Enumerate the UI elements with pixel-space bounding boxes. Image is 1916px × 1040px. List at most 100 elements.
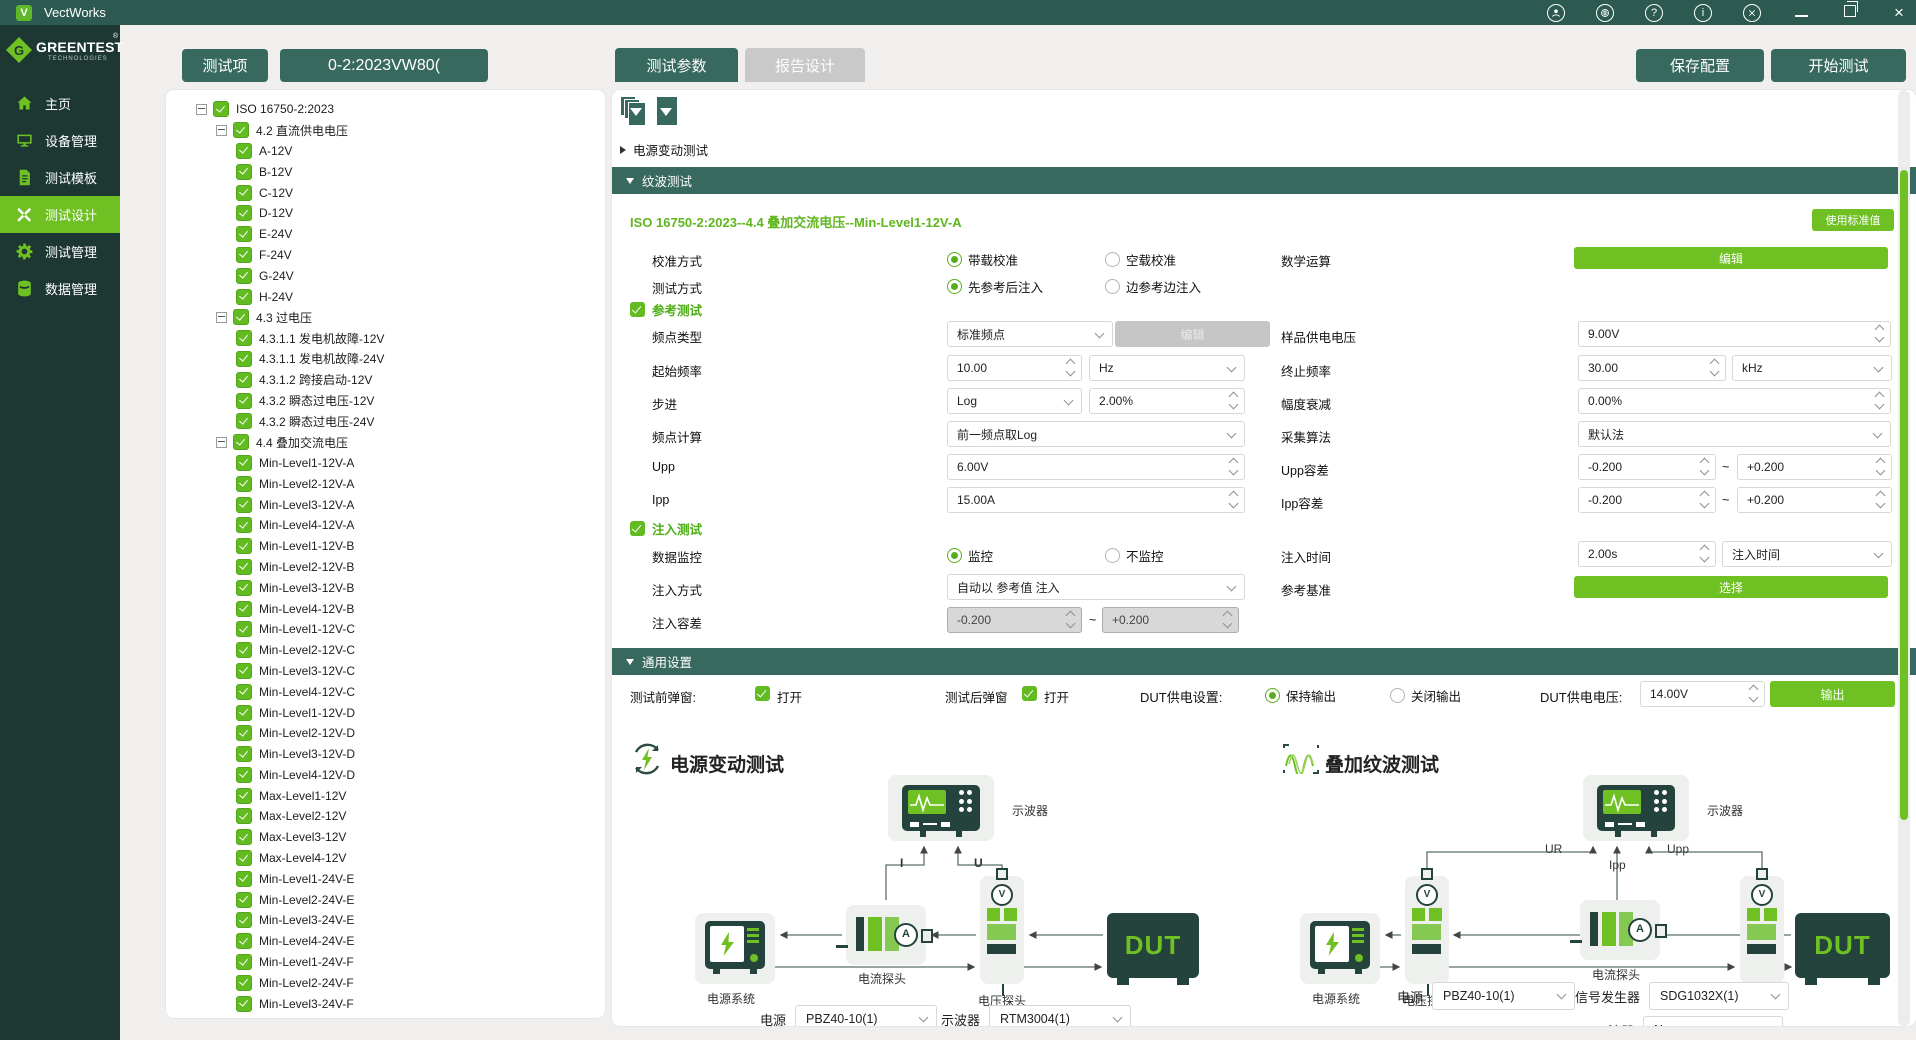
test-name-button[interactable]: 0-2:2023VW80( (280, 49, 488, 82)
power-select[interactable]: PBZ40-10(1) (795, 1005, 937, 1026)
tree-checkbox[interactable] (236, 247, 252, 263)
signal-gen-select[interactable]: SDG1032X(1) (1649, 982, 1789, 1010)
tree-checkbox[interactable] (236, 725, 252, 741)
start-freq-input[interactable]: 10.00 (947, 355, 1082, 381)
sample-voltage-input[interactable]: 9.00V (1578, 321, 1891, 347)
tree-item[interactable]: 4.4 叠加交流电压 (166, 432, 605, 453)
tree-item[interactable]: Min-Level4-24V-E (166, 931, 605, 952)
inject-mode-select[interactable]: 自动以 参考值 注入 (947, 574, 1245, 600)
general-section-header[interactable]: 通用设置 (612, 648, 1916, 675)
math-edit-button[interactable]: 编辑 (1574, 247, 1888, 269)
tree-item[interactable]: Min-Level1-12V-D (166, 702, 605, 723)
tree-checkbox[interactable] (236, 912, 252, 928)
ripple-section-header[interactable]: 纹波测试 (612, 167, 1916, 194)
tree-item[interactable]: Min-Level4-12V-A (166, 515, 605, 536)
step-mode-select[interactable]: Log (947, 388, 1082, 414)
tree-checkbox[interactable] (236, 185, 252, 201)
tree-item[interactable]: 4.2 直流供电电压 (166, 120, 605, 141)
tree-item[interactable]: Min-Level3-24V-E (166, 910, 605, 931)
end-freq-unit-select[interactable]: kHz (1732, 355, 1892, 381)
tree-checkbox[interactable] (236, 871, 252, 887)
upp-tol-min-input[interactable]: -0.200 (1578, 454, 1716, 480)
tree-expander-icon[interactable] (196, 104, 207, 115)
tree-checkbox[interactable] (236, 642, 252, 658)
tree-checkbox[interactable] (236, 164, 252, 180)
tree-checkbox[interactable] (236, 788, 252, 804)
tree-item[interactable]: 4.3.1.1 发电机故障-12V (166, 328, 605, 349)
freq-edit-button[interactable]: 编辑 (1115, 321, 1270, 347)
monitor-on-radio[interactable]: 监控 (947, 546, 993, 565)
tree-checkbox[interactable] (236, 705, 252, 721)
tree-item[interactable]: E-24V (166, 224, 605, 245)
inject-time-input[interactable]: 2.00s (1578, 541, 1716, 567)
tree-item[interactable]: Max-Level3-12V (166, 827, 605, 848)
freq-type-select[interactable]: 标准频点 (947, 321, 1113, 347)
tree-item[interactable]: Min-Level3-24V-F (166, 993, 605, 1014)
tree-checkbox[interactable] (236, 372, 252, 388)
tree-item[interactable]: Max-Level4-12V (166, 848, 605, 869)
tree-item[interactable]: Min-Level2-12V-C (166, 640, 605, 661)
tree-checkbox[interactable] (236, 767, 252, 783)
tree-item[interactable]: H-24V (166, 286, 605, 307)
dut-voltage-input[interactable]: 14.00V (1640, 681, 1765, 707)
tree-checkbox[interactable] (236, 393, 252, 409)
cal-loaded-radio[interactable]: 带载校准 (947, 250, 1018, 269)
tree-checkbox[interactable] (233, 309, 249, 325)
tree-checkbox[interactable] (236, 684, 252, 700)
injection-test-checkbox[interactable]: 注入测试 (630, 519, 702, 538)
info-icon[interactable]: i (1694, 4, 1712, 22)
ipp-input[interactable]: 15.00A (947, 487, 1245, 513)
tree-checkbox[interactable] (236, 517, 252, 533)
tree-checkbox[interactable] (236, 621, 252, 637)
scope-select[interactable]: None (1643, 1016, 1783, 1026)
tree-item[interactable]: Min-Level3-12V-D (166, 744, 605, 765)
sidebar-item[interactable]: 主页 (0, 85, 120, 122)
sidebar-item[interactable]: 测试管理 (0, 233, 120, 270)
tree-checkbox[interactable] (236, 351, 252, 367)
tree-item[interactable]: Min-Level3-12V-A (166, 494, 605, 515)
tree-item[interactable]: F-24V (166, 245, 605, 266)
tree-checkbox[interactable] (236, 996, 252, 1012)
close-icon[interactable]: × (1890, 3, 1908, 23)
start-freq-unit-select[interactable]: Hz (1089, 355, 1245, 381)
tree-checkbox[interactable] (236, 808, 252, 824)
tree-checkbox[interactable] (233, 434, 249, 450)
tree-item[interactable]: Min-Level4-12V-B (166, 598, 605, 619)
user-icon[interactable] (1547, 4, 1565, 22)
scrollbar-thumb[interactable] (1900, 170, 1908, 820)
tree-item[interactable]: Min-Level2-24V-E (166, 889, 605, 910)
ipp-tol-max-input[interactable]: +0.200 (1737, 487, 1892, 513)
freq-calc-select[interactable]: 前一频点取Log (947, 421, 1245, 447)
tree-checkbox[interactable] (236, 829, 252, 845)
tree-item[interactable]: Min-Level1-24V-E (166, 868, 605, 889)
save-config-button[interactable]: 保存配置 (1636, 49, 1764, 82)
tree-checkbox[interactable] (236, 601, 252, 617)
cal-noload-radio[interactable]: 空载校准 (1105, 250, 1176, 269)
tree-item[interactable]: 4.3.1.2 跨接启动-12V (166, 369, 605, 390)
tree-checkbox[interactable] (236, 289, 252, 305)
tree-checkbox[interactable] (236, 476, 252, 492)
end-freq-input[interactable]: 30.00 (1578, 355, 1726, 381)
use-standard-button[interactable]: 使用标准值 (1812, 209, 1894, 231)
tree-item[interactable]: Max-Level1-12V (166, 785, 605, 806)
monitor-off-radio[interactable]: 不监控 (1105, 546, 1164, 565)
ipp-tol-min-input[interactable]: -0.200 (1578, 487, 1716, 513)
tree-checkbox[interactable] (236, 933, 252, 949)
tree-item[interactable]: ISO 16750-2:2023 (166, 99, 605, 120)
tree-item[interactable]: Min-Level2-12V-B (166, 557, 605, 578)
pre-popup-checkbox[interactable] (755, 686, 770, 701)
tree-item[interactable]: Min-Level2-12V-D (166, 723, 605, 744)
tree-item[interactable]: Min-Level3-12V-B (166, 577, 605, 598)
tree-checkbox[interactable] (236, 455, 252, 471)
tab-report-design[interactable]: 报告设计 (745, 48, 865, 82)
tree-item[interactable]: 4.3.2 瞬态过电压-12V (166, 390, 605, 411)
power-variation-section-header[interactable]: 电源变动测试 (620, 140, 708, 159)
tree-item[interactable]: A-12V (166, 141, 605, 162)
test-item-button[interactable]: 测试项 (182, 49, 268, 82)
tree-expander-icon[interactable] (216, 437, 227, 448)
inject-time-unit-select[interactable]: 注入时间 (1722, 541, 1892, 567)
tree-item[interactable]: Min-Level1-12V-B (166, 536, 605, 557)
maximize-icon[interactable] (1841, 4, 1859, 21)
tree-item[interactable]: 4.3.1.1 发电机故障-24V (166, 349, 605, 370)
ref-base-select-button[interactable]: 选择 (1574, 576, 1888, 598)
